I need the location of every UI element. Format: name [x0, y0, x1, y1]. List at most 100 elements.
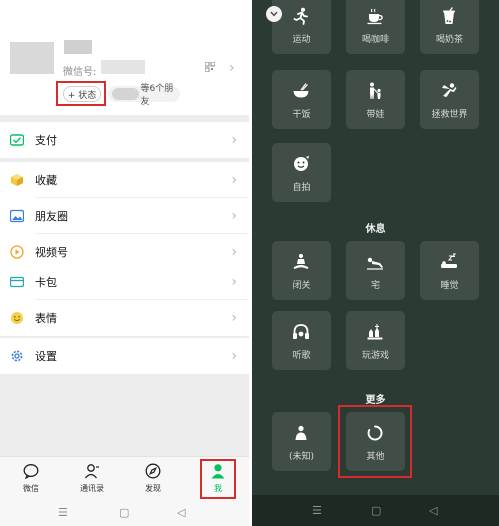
tab-discover[interactable]: 发现	[133, 463, 173, 494]
menu-item-settings[interactable]: 设置 ›	[0, 338, 249, 374]
parent-child-icon	[370, 82, 381, 99]
menu-item-label: 支付	[35, 134, 57, 147]
settings-gear-icon	[11, 350, 23, 362]
chevron-right-icon: ›	[231, 274, 237, 290]
unknown-person-icon	[295, 425, 307, 440]
tab-me-highlight-box	[200, 459, 236, 499]
chevron-right-icon: ›	[231, 132, 237, 148]
status-tile-unknown[interactable]: (未知)	[272, 412, 331, 471]
chevron-right-icon: ›	[229, 60, 235, 76]
tile-label: (未知)	[288, 452, 315, 462]
menu-item-favorites[interactable]: 收藏 ›	[0, 162, 249, 198]
card-wallet-icon	[10, 276, 24, 288]
chevron-right-icon: ›	[231, 310, 237, 326]
coffee-icon	[367, 8, 383, 25]
menu-item-card-wallet[interactable]: 卡包 ›	[0, 264, 249, 300]
moments-image-icon	[10, 209, 24, 223]
channels-play-icon	[10, 245, 24, 259]
back-nav-icon[interactable]: ◁	[177, 506, 185, 519]
rice-bowl-icon	[293, 83, 309, 98]
menu-nav-icon[interactable]: ☰	[58, 506, 68, 519]
game-pieces-icon	[367, 324, 383, 340]
tile-label: 喝奶茶	[435, 35, 463, 45]
meditate-icon	[293, 253, 309, 269]
menu-item-pay[interactable]: 支付 ›	[0, 122, 249, 158]
system-nav-bar: ☰ ▢ ◁	[252, 495, 499, 526]
tile-label: 自拍	[292, 183, 311, 193]
contacts-icon	[84, 464, 99, 479]
friends-status-pill[interactable]: 等6个朋友	[108, 84, 180, 107]
nickname-blurred	[64, 40, 92, 54]
tab-label: 发现	[145, 484, 161, 493]
status-tile-music[interactable]: 听歌	[272, 311, 331, 370]
tile-label: 干饭	[292, 110, 311, 120]
tab-contacts[interactable]: 通讯录	[72, 463, 112, 494]
status-highlight-box	[56, 81, 106, 106]
status-tile-meal[interactable]: 干饭	[272, 70, 331, 129]
chat-bubble-icon	[23, 464, 39, 479]
friend-avatars-blurred	[112, 88, 139, 100]
tile-label: 带娃	[366, 110, 385, 120]
menu-item-label: 视频号	[35, 246, 68, 259]
menu-item-label: 表情	[35, 312, 57, 325]
menu-item-label: 朋友圈	[35, 210, 68, 223]
tile-label: 宅	[370, 281, 380, 291]
chevron-right-icon: ›	[231, 208, 237, 224]
menu-item-moments[interactable]: 朋友圈 ›	[0, 198, 249, 234]
superhero-icon	[442, 83, 457, 97]
friends-count-label: 等6个朋友	[140, 84, 174, 107]
other-highlight-box	[338, 405, 412, 478]
compass-icon	[145, 463, 161, 479]
menu-item-label: 设置	[35, 350, 57, 363]
favorites-cube-icon	[11, 174, 23, 186]
status-tile-retreat[interactable]: 闭关	[272, 241, 331, 300]
tile-label: 拯救世界	[431, 110, 468, 120]
chevron-right-icon: ›	[231, 348, 237, 364]
tile-label: 闭关	[292, 281, 311, 291]
tile-label: 睡觉	[440, 281, 459, 291]
tab-label: 微信	[23, 484, 39, 493]
status-tile-coffee[interactable]: 喝咖啡	[346, 0, 405, 54]
selfie-icon	[294, 155, 309, 171]
profile-header[interactable]: 微信号: › + 状态 等6个朋友	[0, 0, 249, 115]
tile-label: 听歌	[292, 351, 311, 361]
section-title-rest: 休息	[365, 224, 386, 235]
lying-down-icon	[367, 257, 383, 270]
status-tile-milk-tea[interactable]: 喝奶茶	[420, 0, 479, 54]
tile-label: 运动	[292, 35, 311, 45]
system-nav-bar: ☰ ▢ ◁	[0, 500, 249, 526]
sleep-icon	[441, 253, 457, 268]
qr-code-icon[interactable]	[205, 62, 215, 72]
home-nav-icon[interactable]: ▢	[371, 504, 381, 517]
status-tile-homebody[interactable]: 宅	[346, 241, 405, 300]
back-nav-icon[interactable]: ◁	[429, 504, 437, 517]
status-picker: 运动 喝咖啡 喝奶茶 干饭 带娃 拯救世界 自拍 休息 闭关 宅 睡觉 听歌 玩…	[252, 0, 499, 526]
tile-label: 玩游戏	[361, 351, 389, 361]
tab-label: 通讯录	[80, 484, 104, 493]
section-title-more: 更多	[365, 395, 386, 406]
pay-icon	[10, 134, 24, 146]
status-tile-gaming[interactable]: 玩游戏	[346, 311, 405, 370]
running-icon	[293, 7, 308, 25]
status-tile-exercise[interactable]: 运动	[272, 0, 331, 54]
me-page: 微信号: › + 状态 等6个朋友 支付 › 收藏 › 朋友圈 › 视频号 › …	[0, 0, 249, 526]
status-tile-childcare[interactable]: 带娃	[346, 70, 405, 129]
status-tile-selfie[interactable]: 自拍	[272, 143, 331, 202]
avatar[interactable]	[10, 42, 54, 74]
emoji-smile-icon	[11, 312, 23, 324]
home-nav-icon[interactable]: ▢	[119, 506, 129, 519]
menu-nav-icon[interactable]: ☰	[312, 504, 322, 517]
tab-chats[interactable]: 微信	[11, 463, 51, 494]
wechat-id-blurred	[101, 60, 145, 74]
wechat-id-label: 微信号:	[63, 67, 97, 78]
tile-label: 喝咖啡	[361, 35, 389, 45]
menu-item-label: 卡包	[35, 276, 57, 289]
menu-item-emoji[interactable]: 表情 ›	[0, 300, 249, 336]
status-tile-save-world[interactable]: 拯救世界	[420, 70, 479, 129]
chevron-right-icon: ›	[231, 244, 237, 260]
menu-item-label: 收藏	[35, 174, 57, 187]
chevron-right-icon: ›	[231, 172, 237, 188]
milk-tea-icon	[443, 7, 455, 24]
status-tile-sleep[interactable]: 睡觉	[420, 241, 479, 300]
headphones-icon	[293, 324, 309, 339]
